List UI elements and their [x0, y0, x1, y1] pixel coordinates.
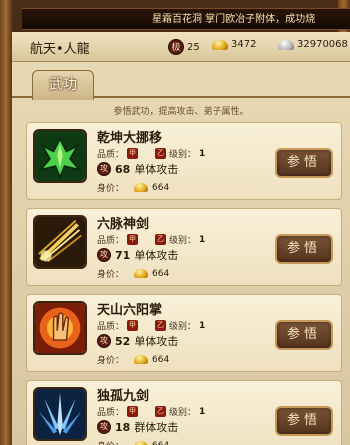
skill-level: 1	[199, 148, 206, 159]
gold-resource: 3472	[212, 39, 256, 50]
price-label: 身价：	[97, 439, 124, 445]
level-badge-icon: 乙	[155, 320, 167, 331]
gold-ingot-icon	[134, 441, 149, 445]
skill-attack: 18	[115, 420, 131, 434]
game-frame: 星霜百花洞 掌门欧冶子附体，成功烧 航天•人龍 极 25 3472 329700…	[0, 0, 350, 445]
skill-attack: 68	[115, 162, 131, 176]
skill-attack-type: 单体攻击	[134, 249, 179, 262]
comprehend-button[interactable]: 参悟	[275, 320, 333, 350]
skill-name: 独孤九剑	[97, 389, 150, 404]
quality-badge-icon: 甲	[127, 148, 139, 159]
skill-quality-row: 品质： 甲 乙 级别： 1	[97, 233, 205, 246]
player-name: 航天•人龍	[30, 42, 90, 57]
skill-quality-row: 品质： 甲 乙 级别： 1	[97, 405, 205, 418]
comprehend-button[interactable]: 参悟	[275, 234, 333, 264]
skill-attack-type: 单体攻击	[134, 163, 179, 176]
skill-card: 独孤九剑 品质： 甲 乙 级别： 1 攻 18 群体攻击 身价： 664 参悟	[26, 380, 342, 445]
price-label: 身价：	[97, 356, 125, 366]
silver-count: 32970068	[297, 39, 348, 50]
quality-label: 品质：	[97, 150, 125, 160]
level-label: 级别：	[169, 236, 197, 246]
quality-badge-icon: 甲	[127, 320, 139, 331]
skill-card: 天山六阳掌 品质： 甲 乙 级别： 1 攻 52 单体攻击 身价： 664 参悟	[26, 294, 342, 372]
jade-resource: 极 25	[168, 39, 200, 55]
skill-name: 天山六阳掌	[97, 303, 163, 318]
frame-left-border	[0, 0, 12, 445]
skill-quality-row: 品质： 甲 乙 级别： 1	[97, 319, 205, 332]
skill-level: 1	[199, 234, 206, 245]
skill-attack-type: 单体攻击	[134, 335, 179, 348]
gold-ingot-icon	[134, 269, 149, 278]
gold-ingot-icon	[134, 183, 149, 192]
attack-icon: 攻	[97, 334, 111, 348]
level-badge-icon: 乙	[155, 148, 167, 159]
level-label: 级别：	[169, 150, 197, 160]
player-header: 航天•人龍 极 25 3472 32970068	[12, 32, 350, 62]
skill-price-row: 身价： 664	[97, 439, 169, 445]
skill-name: 乾坤大挪移	[97, 131, 163, 146]
comprehend-button[interactable]: 参悟	[275, 406, 333, 436]
gold-ingot-icon	[212, 39, 228, 50]
level-badge-icon: 乙	[155, 234, 167, 245]
quality-label: 品质：	[97, 236, 125, 246]
skill-price-row: 身价： 664	[97, 353, 170, 367]
panel-subtitle: 参悟武功，提高攻击、弟子属性。	[113, 107, 249, 117]
skill-icon-qiankun	[33, 129, 87, 183]
skills-panel: 武功 参悟武功，提高攻击、弟子属性。 乾坤大挪移 品质： 甲 乙 级别： 1 攻	[12, 62, 350, 445]
skill-price: 664	[152, 268, 170, 279]
tab-martial-arts[interactable]: 武功	[32, 70, 94, 100]
attack-icon: 攻	[97, 420, 111, 434]
level-badge-icon: 乙	[155, 406, 167, 417]
skill-attack-type: 群体攻击	[134, 421, 179, 434]
skill-icon-tianshan	[33, 301, 87, 355]
skill-price: 664	[152, 354, 170, 365]
silver-resource: 32970068	[278, 39, 348, 50]
skill-level: 1	[199, 406, 206, 417]
skill-card: 六脉神剑 品质： 甲 乙 级别： 1 攻 71 单体攻击 身价： 664 参悟	[26, 208, 342, 286]
skill-quality-row: 品质： 甲 乙 级别： 1	[97, 147, 205, 160]
skill-price-row: 身价： 664	[97, 267, 170, 281]
skill-level: 1	[199, 320, 206, 331]
quality-label: 品质：	[97, 408, 125, 418]
skill-price: 664	[152, 182, 170, 193]
silver-ingot-icon	[278, 39, 294, 50]
gold-ingot-icon	[134, 355, 149, 364]
level-label: 级别：	[169, 408, 197, 418]
gold-count: 3472	[231, 39, 257, 50]
skill-attack-row: 攻 68 单体攻击	[97, 161, 178, 177]
comprehend-button[interactable]: 参悟	[275, 148, 333, 178]
skill-price: 664	[152, 441, 169, 445]
skill-card: 乾坤大挪移 品质： 甲 乙 级别： 1 攻 68 单体攻击 身价： 664 参悟	[26, 122, 342, 200]
price-label: 身价：	[97, 184, 125, 194]
jade-icon: 极	[168, 39, 184, 55]
skill-attack: 71	[115, 248, 131, 262]
skill-price-row: 身价： 664	[97, 181, 170, 195]
announcement-ticker: 星霜百花洞 掌门欧冶子附体，成功烧	[22, 8, 350, 30]
skill-icon-liumai	[33, 215, 87, 269]
skill-attack-row: 攻 52 单体攻击	[97, 333, 178, 349]
attack-icon: 攻	[97, 162, 111, 176]
skill-attack: 52	[115, 334, 131, 348]
skill-name: 六脉神剑	[97, 217, 150, 232]
attack-icon: 攻	[97, 248, 111, 262]
tab-strip: 武功	[12, 62, 350, 100]
quality-badge-icon: 甲	[127, 234, 139, 245]
level-label: 级别：	[169, 322, 197, 332]
jade-count: 25	[187, 41, 200, 53]
skill-attack-row: 攻 71 单体攻击	[97, 247, 178, 263]
skill-icon-dugu	[33, 387, 87, 441]
quality-label: 品质：	[97, 322, 125, 332]
price-label: 身价：	[97, 270, 125, 280]
skill-attack-row: 攻 18 群体攻击	[97, 419, 178, 435]
quality-badge-icon: 甲	[127, 406, 139, 417]
